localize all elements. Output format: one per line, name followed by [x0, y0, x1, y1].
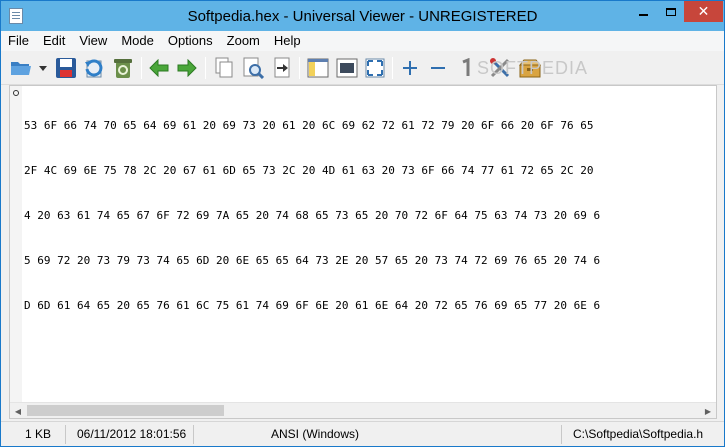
menu-view[interactable]: View	[72, 31, 114, 51]
maximize-icon	[665, 7, 676, 16]
menu-file[interactable]: File	[1, 31, 36, 51]
reload-icon	[85, 59, 103, 78]
status-divider	[561, 425, 562, 444]
scrollbar-thumb[interactable]	[27, 405, 224, 416]
back-button[interactable]	[147, 56, 171, 80]
chevron-down-icon	[39, 65, 47, 71]
zoom-out-button[interactable]	[426, 56, 450, 80]
softpedia-watermark: SOFTPEDIA	[477, 58, 589, 78]
minimize-icon	[639, 13, 648, 16]
toolbar	[1, 51, 724, 85]
maximize-button[interactable]	[657, 1, 684, 22]
find-button[interactable]	[241, 56, 265, 80]
status-file-path: C:\Softpedia\Softpedia.h	[573, 427, 704, 441]
goto-page-icon	[274, 57, 290, 78]
fullscreen-icon	[365, 58, 385, 78]
toolbar-separator	[392, 57, 393, 79]
line-gutter	[10, 86, 22, 404]
scroll-right-arrow-icon[interactable]: ▶	[700, 403, 716, 418]
window-properties-icon	[336, 58, 358, 78]
delete-file-button[interactable]	[111, 56, 135, 80]
toolbar-separator	[205, 57, 206, 79]
copy-button[interactable]	[212, 56, 236, 80]
one-to-one-icon	[462, 58, 470, 76]
menu-bar: File Edit View Mode Options Zoom Help	[1, 31, 724, 51]
status-encoding: ANSI (Windows)	[271, 427, 360, 441]
open-button[interactable]	[9, 56, 33, 80]
recycle-bin-icon	[114, 59, 132, 78]
save-disk-icon	[56, 58, 76, 78]
panel-button[interactable]	[306, 56, 330, 80]
plus-icon	[403, 61, 417, 75]
minimize-button[interactable]	[630, 1, 657, 22]
status-bar: 1 KB 06/11/2012 18:01:56 ANSI (Windows) …	[1, 421, 724, 446]
arrow-left-icon	[149, 59, 169, 77]
scroll-left-arrow-icon[interactable]: ◀	[10, 403, 26, 418]
properties-button[interactable]	[335, 56, 359, 80]
save-button[interactable]	[54, 56, 78, 80]
panel-icon	[307, 58, 329, 78]
hex-line: 5 69 72 20 73 79 73 74 65 6D 20 6E 65 65…	[24, 254, 601, 267]
hex-line: 53 6F 66 74 70 65 64 69 61 20 69 73 20 6…	[24, 119, 594, 132]
hex-line: 2F 4C 69 6E 75 78 2C 20 67 61 6D 65 73 2…	[24, 164, 594, 177]
fullscreen-button[interactable]	[363, 56, 387, 80]
toolbar-separator	[299, 57, 300, 79]
menu-zoom[interactable]: Zoom	[220, 31, 267, 51]
copy-icon	[215, 57, 233, 78]
menu-mode[interactable]: Mode	[114, 31, 161, 51]
folder-open-icon	[11, 62, 31, 75]
open-dropdown-button[interactable]	[37, 56, 49, 80]
app-window: Softpedia.hex - Universal Viewer - UNREG…	[0, 0, 725, 447]
menu-help[interactable]: Help	[267, 31, 308, 51]
hex-view-panel[interactable]: 53 6F 66 74 70 65 64 69 61 20 69 73 20 6…	[9, 85, 717, 419]
forward-button[interactable]	[175, 56, 199, 80]
hex-content[interactable]: 53 6F 66 74 70 65 64 69 61 20 69 73 20 6…	[24, 88, 716, 343]
status-divider	[193, 425, 194, 444]
zoom-in-button[interactable]	[398, 56, 422, 80]
title-bar: Softpedia.hex - Universal Viewer - UNREG…	[1, 1, 724, 31]
reload-button[interactable]	[82, 56, 106, 80]
menu-edit[interactable]: Edit	[36, 31, 72, 51]
minus-icon	[431, 67, 445, 69]
hex-line: 4 20 63 61 74 65 67 6F 72 69 7A 65 20 74…	[24, 209, 601, 222]
hex-line: D 6D 61 64 65 20 65 76 61 6C 75 61 74 69…	[24, 299, 601, 312]
search-icon	[243, 57, 264, 79]
toolbar-separator	[141, 57, 142, 79]
status-datetime: 06/11/2012 18:01:56	[77, 427, 187, 441]
horizontal-scrollbar[interactable]: ◀ ▶	[10, 402, 716, 418]
zoom-original-button[interactable]	[454, 56, 478, 80]
status-file-size: 1 KB	[25, 427, 52, 441]
close-button[interactable]: ✕	[684, 1, 723, 22]
status-divider	[65, 425, 66, 444]
goto-button[interactable]	[270, 56, 294, 80]
menu-options[interactable]: Options	[161, 31, 220, 51]
caret-marker-icon	[13, 90, 19, 96]
window-title: Softpedia.hex - Universal Viewer - UNREG…	[187, 8, 538, 25]
close-icon: ✕	[697, 3, 710, 20]
arrow-right-icon	[177, 59, 197, 77]
